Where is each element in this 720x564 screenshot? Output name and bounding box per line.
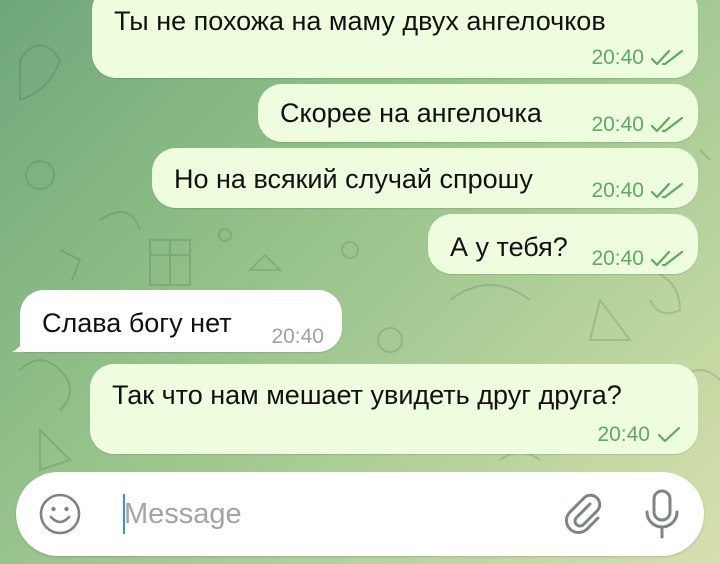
- message-meta: 20:40: [597, 418, 682, 452]
- message-meta: 20:40: [591, 242, 684, 276]
- message-time: 20:40: [591, 113, 644, 136]
- message-text: А у тебя?: [450, 232, 568, 262]
- message-meta: 20:40: [591, 41, 684, 75]
- message-bubble-outgoing[interactable]: Так что нам мешает увидеть друг друга? 2…: [90, 364, 698, 454]
- double-check-icon: [650, 250, 684, 267]
- message-text: Скорее на ангелочка: [280, 98, 542, 128]
- emoji-icon[interactable]: [38, 492, 82, 536]
- message-time: 20:40: [591, 46, 644, 69]
- microphone-icon[interactable]: [642, 488, 682, 540]
- message-time: 20:40: [597, 423, 650, 446]
- message-list[interactable]: Ты не похожа на маму двух ангелочков 20:…: [0, 0, 720, 470]
- message-meta: 20:40: [591, 174, 684, 208]
- message-time: 20:40: [271, 325, 324, 348]
- message-bubble-outgoing[interactable]: Но на всякий случай спрошу 20:40: [152, 148, 698, 208]
- message-meta: 20:40: [591, 108, 684, 142]
- message-text: Но на всякий случай спрошу: [174, 164, 533, 194]
- message-bubble-incoming[interactable]: Слава богу нет 20:40: [20, 290, 342, 352]
- message-input[interactable]: [124, 494, 544, 534]
- single-check-icon: [657, 426, 681, 443]
- text-caret: [123, 494, 125, 534]
- double-check-icon: [650, 116, 684, 133]
- message-text: Слава богу нет: [42, 308, 232, 338]
- message-text: Так что нам мешает увидеть друг друга?: [112, 380, 622, 410]
- double-check-icon: [650, 49, 684, 66]
- message-bubble-outgoing[interactable]: А у тебя? 20:40: [428, 214, 698, 274]
- message-meta: 20:40: [271, 320, 324, 354]
- message-composer: [16, 472, 704, 556]
- double-check-icon: [650, 182, 684, 199]
- message-time: 20:40: [591, 247, 644, 270]
- message-time: 20:40: [591, 179, 644, 202]
- message-text: Ты не похожа на маму двух ангелочков: [114, 6, 606, 36]
- message-bubble-outgoing[interactable]: Скорее на ангелочка 20:40: [258, 84, 698, 142]
- paperclip-icon[interactable]: [560, 490, 608, 538]
- message-bubble-outgoing[interactable]: Ты не похожа на маму двух ангелочков 20:…: [92, 0, 698, 78]
